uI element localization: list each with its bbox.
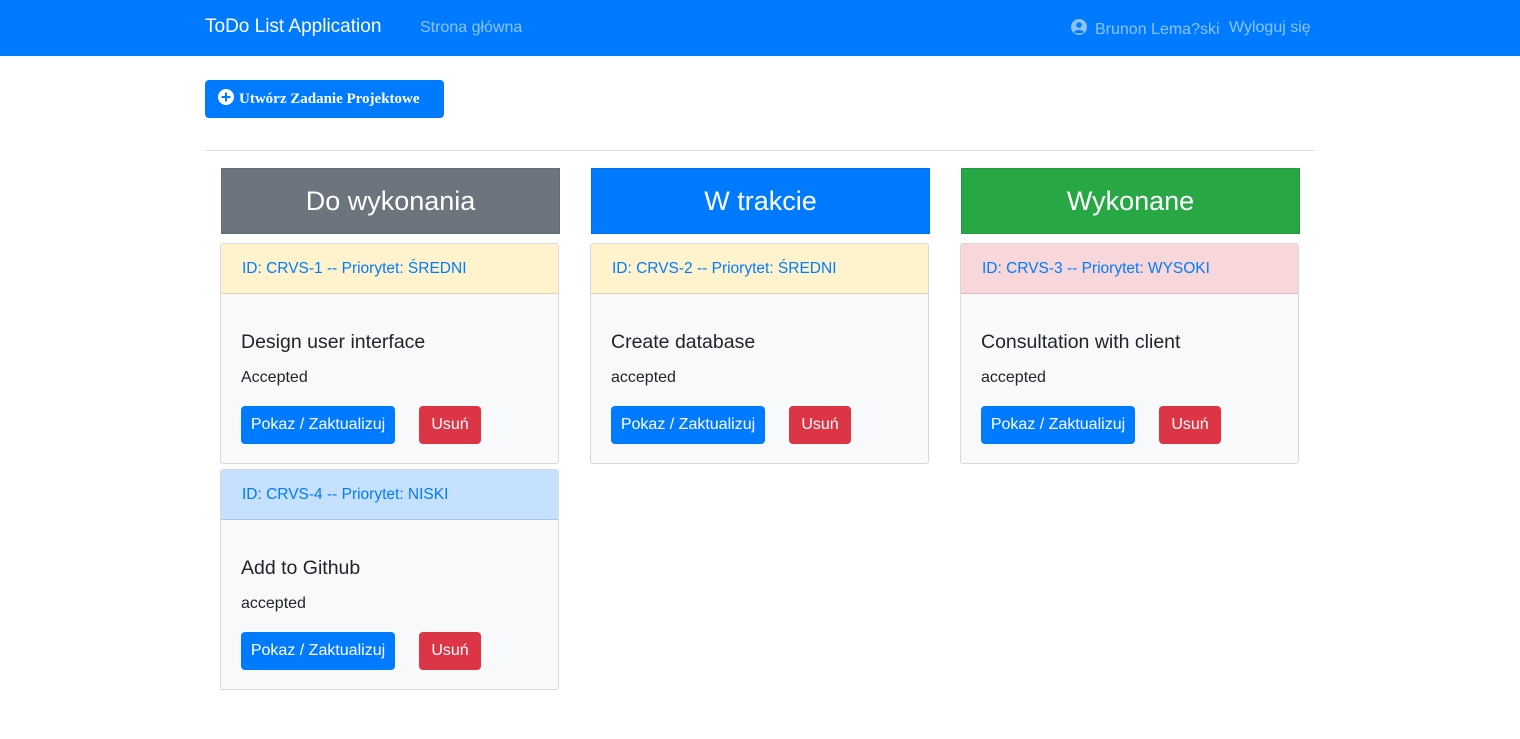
create-task-label: Utwórz Zadanie Projektowe [239,90,420,107]
task-status: accepted [241,595,306,612]
create-task-button[interactable]: Utwórz Zadanie Projektowe [205,80,444,118]
delete-button[interactable]: Usuń [419,632,481,670]
delete-button[interactable]: Usuń [789,406,851,444]
task-status: accepted [611,369,676,386]
task-card: ID: CRVS-4 -- Priorytet: NISKI Add to Gi… [220,469,559,690]
top-navbar: ToDo List Application Strona główna Brun… [0,0,1520,56]
divider [205,150,1315,151]
column-header-todo: Do wykonania [221,168,560,234]
app-brand[interactable]: ToDo List Application [205,16,381,38]
column-header-in-progress: W trakcie [591,168,930,234]
task-card-header: ID: CRVS-4 -- Priorytet: NISKI [221,470,558,520]
delete-button[interactable]: Usuń [1159,406,1221,444]
user-circle-icon [1071,19,1087,40]
task-title: Create database [611,331,756,353]
nav-link-logout[interactable]: Wyloguj się [1229,19,1311,37]
nav-user[interactable]: Brunon Lema?ski [1071,19,1220,40]
task-status: Accepted [241,369,308,386]
task-status: accepted [981,369,1046,386]
show-update-button[interactable]: Pokaz / Zaktualizuj [611,406,765,444]
nav-link-home[interactable]: Strona główna [420,19,522,37]
task-card-header: ID: CRVS-2 -- Priorytet: ŚREDNI [591,244,928,294]
delete-button[interactable]: Usuń [419,406,481,444]
task-card: ID: CRVS-2 -- Priorytet: ŚREDNI Create d… [590,243,929,464]
user-name: Brunon Lema?ski [1095,20,1220,38]
show-update-button[interactable]: Pokaz / Zaktualizuj [241,632,395,670]
plus-circle-icon [218,88,234,110]
task-card-header: ID: CRVS-3 -- Priorytet: WYSOKI [961,244,1298,294]
column-header-done: Wykonane [961,168,1300,234]
task-title: Consultation with client [981,331,1181,353]
show-update-button[interactable]: Pokaz / Zaktualizuj [981,406,1135,444]
show-update-button[interactable]: Pokaz / Zaktualizuj [241,406,395,444]
task-title: Design user interface [241,331,426,353]
task-card: ID: CRVS-3 -- Priorytet: WYSOKI Consulta… [960,243,1299,464]
task-card: ID: CRVS-1 -- Priorytet: ŚREDNI Design u… [220,243,559,464]
task-title: Add to Github [241,557,361,579]
task-card-header: ID: CRVS-1 -- Priorytet: ŚREDNI [221,244,558,294]
